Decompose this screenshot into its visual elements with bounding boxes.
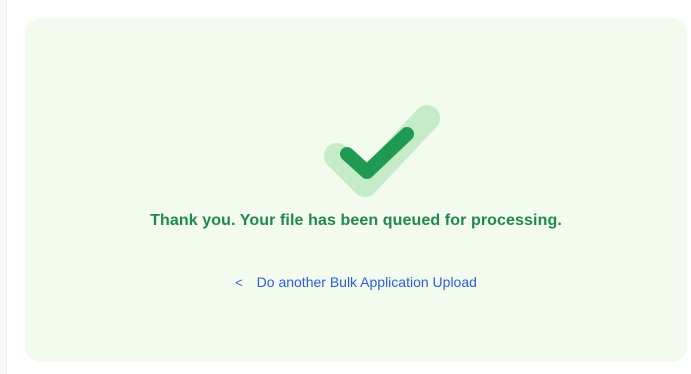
chevron-left-icon: < bbox=[235, 275, 243, 290]
checkmark-icon bbox=[315, 98, 445, 203]
success-card: Thank you. Your file has been queued for… bbox=[25, 18, 687, 362]
success-message: Thank you. Your file has been queued for… bbox=[150, 212, 562, 229]
bulk-upload-again-label: Do another Bulk Application Upload bbox=[256, 274, 477, 290]
bulk-upload-again-link[interactable]: < Do another Bulk Application Upload bbox=[25, 274, 687, 290]
page: Thank you. Your file has been queued for… bbox=[0, 0, 691, 374]
page-left-border bbox=[0, 0, 7, 374]
